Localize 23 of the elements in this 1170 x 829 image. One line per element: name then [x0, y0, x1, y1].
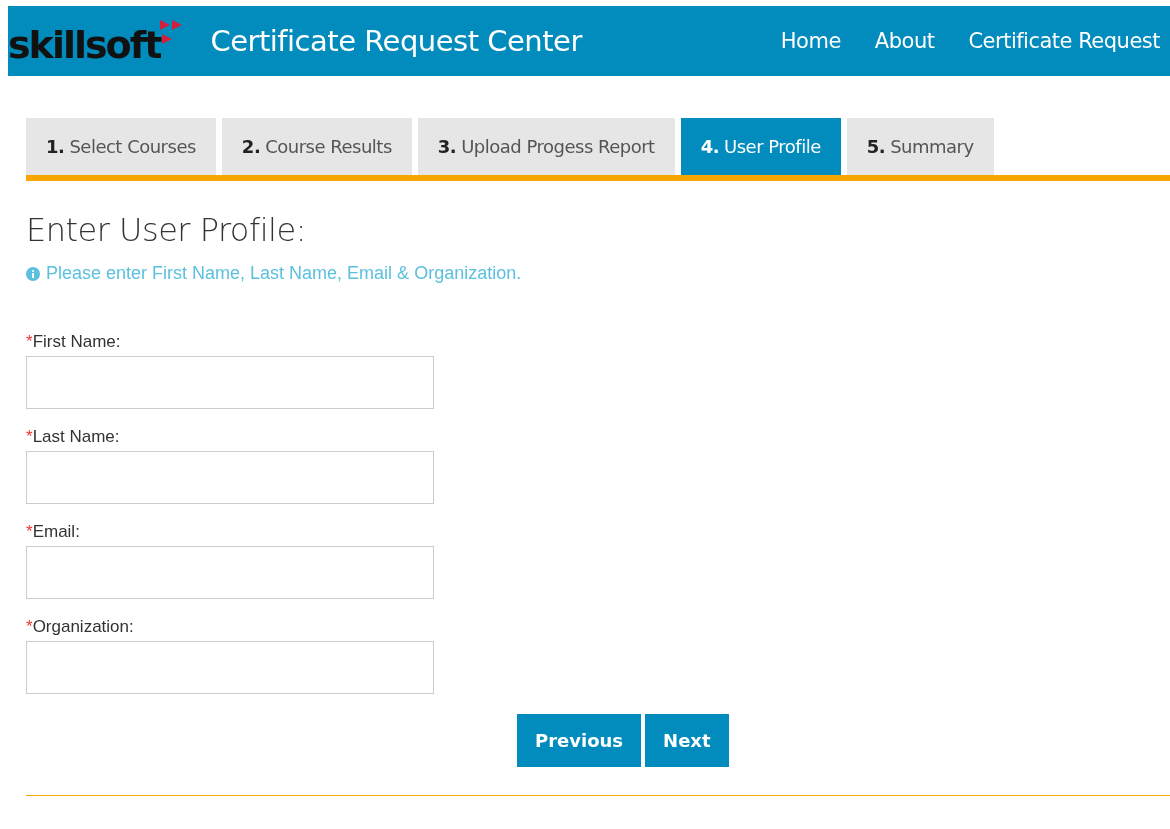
field-label: *First Name: — [26, 332, 122, 352]
text-input[interactable] — [26, 356, 434, 409]
step-tab[interactable]: 4. User Profile — [680, 118, 841, 175]
info-message: Please enter First Name, Last Name, Email & Organization. — [46, 263, 522, 284]
nav-button[interactable]: Previous — [517, 714, 642, 767]
nav-button[interactable]: Next — [645, 714, 729, 767]
text-input[interactable] — [26, 641, 434, 694]
step-tab[interactable]: 1. Select Courses — [26, 118, 216, 175]
text-input[interactable] — [26, 546, 434, 599]
info-icon — [26, 266, 40, 281]
nav-link[interactable]: Certificate Request — [968, 29, 1160, 53]
logo-text: skillsoft — [8, 26, 161, 64]
field-label: *Organization: — [26, 617, 135, 637]
text-input[interactable] — [26, 451, 434, 504]
field-label: *Last Name: — [26, 427, 121, 447]
page-heading: Enter User Profile: — [26, 211, 307, 249]
step-tab[interactable]: 2. Course Results — [221, 118, 412, 175]
step-tab[interactable]: 3. Upload Progess Report — [417, 118, 675, 175]
field-label: *Email: — [26, 522, 81, 542]
nav-link[interactable]: About — [874, 29, 935, 53]
step-tab[interactable]: 5. Summary — [846, 118, 994, 175]
nav-link[interactable]: Home — [780, 29, 841, 53]
site-title: Certificate Request Center — [210, 24, 582, 58]
